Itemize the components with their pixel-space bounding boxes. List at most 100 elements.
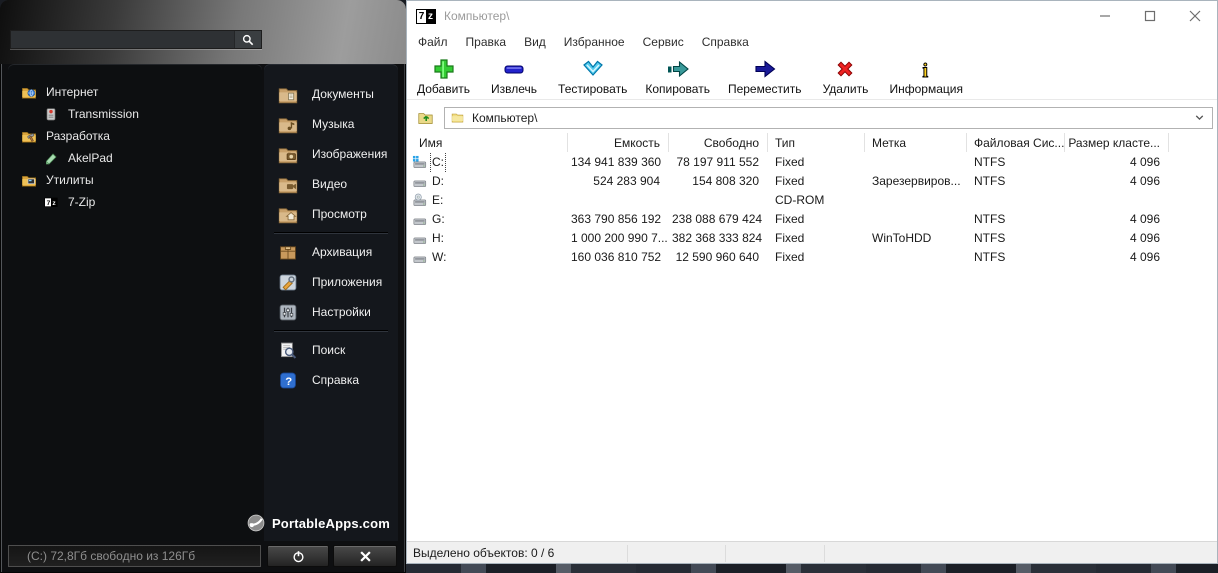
column-header-0[interactable]: Имя	[407, 132, 567, 153]
pa-item-label: Поиск	[312, 343, 346, 357]
pa-item-просмотр[interactable]: Просмотр	[264, 199, 398, 229]
portableapps-logo-text: PortableApps.com	[271, 515, 390, 531]
drive-name-cell[interactable]: H:	[407, 229, 567, 248]
pa-item-разработка[interactable]: Разработка	[8, 125, 262, 147]
pa-item-transmission[interactable]: Transmission	[8, 103, 262, 125]
pa-search-box	[10, 30, 262, 49]
pa-item-музыка[interactable]: Музыка	[264, 109, 398, 139]
drive-name-cell[interactable]: E:	[407, 191, 567, 210]
toolbar-тестировать-button[interactable]: Тестировать	[558, 57, 627, 96]
drive-system-icon	[411, 155, 428, 170]
pa-item-изображения[interactable]: Изображения	[264, 139, 398, 169]
pa-item-видео[interactable]: Видео	[264, 169, 398, 199]
column-header-4[interactable]: Метка	[864, 132, 966, 153]
pa-item-документы[interactable]: Документы	[264, 79, 398, 109]
power-icon	[291, 549, 306, 564]
close-button[interactable]	[1172, 1, 1217, 31]
info-i-icon: i	[913, 57, 939, 82]
menu-справка[interactable]: Справка	[693, 31, 758, 53]
toolbar-button-label: Тестировать	[558, 82, 628, 96]
menu-сервис[interactable]: Сервис	[634, 31, 693, 53]
menu-вид[interactable]: Вид	[515, 31, 555, 53]
cell-fs: NTFS	[974, 231, 1006, 245]
chevron-down-icon[interactable]	[1193, 111, 1206, 124]
zip-toolbar: Добавить Извлечь Тестировать Копировать Пере…	[407, 53, 1217, 100]
cell-capacity: 134 941 839 360	[571, 155, 662, 169]
maximize-button[interactable]	[1127, 1, 1172, 31]
drive-name-cell[interactable]: W:	[407, 248, 567, 267]
pa-item-label: Архивация	[312, 245, 373, 259]
drive-row-g[interactable]: G: 363 790 856 192 238 088 679 424 Fixed NTF…	[407, 210, 1217, 229]
menu-избранное[interactable]: Избранное	[555, 31, 634, 53]
pa-item-akelpad[interactable]: AkelPad	[8, 147, 262, 169]
pa-item-интернет[interactable]: Интернет	[8, 81, 262, 103]
toolbar-добавить-button[interactable]: Добавить	[417, 57, 470, 96]
portableapps-menu-window: Интернет Transmission Разработка AkelPad Ути…	[0, 0, 406, 573]
pa-item-утилиты[interactable]: Утилиты	[8, 169, 262, 191]
folder-documents-icon	[276, 84, 300, 105]
drive-name-cell[interactable]: C:	[407, 153, 567, 172]
drive-name: H:	[432, 231, 444, 245]
column-header-5[interactable]: Файловая Сис...	[966, 132, 1064, 153]
test-check-icon	[580, 57, 606, 81]
drive-icon	[411, 174, 428, 189]
backup-box-icon	[276, 242, 300, 263]
toolbar-извлечь-button[interactable]: Извлечь	[488, 57, 540, 96]
menu-правка[interactable]: Правка	[457, 31, 516, 53]
cell-free: 382 368 333 824	[672, 231, 763, 245]
pa-close-button[interactable]	[333, 545, 397, 567]
drive-row-h[interactable]: H: 1 000 200 990 7... 382 368 333 824 Fixed…	[407, 229, 1217, 248]
toolbar-button-label: Переместить	[727, 82, 802, 96]
pa-item-7-zip[interactable]: 7 z 7-Zip	[8, 191, 262, 213]
toolbar-удалить-button[interactable]: Удалить	[819, 57, 871, 96]
pa-item-label: Разработка	[46, 129, 110, 143]
pa-item-справка[interactable]: ? Справка	[264, 365, 398, 395]
pa-right-list: Документы Музыка Изображения Видео Просмотр А…	[247, 64, 398, 541]
column-header-2[interactable]: Свободно	[668, 132, 767, 153]
cell-type: Fixed	[775, 231, 805, 245]
toolbar-button-label: Извлечь	[491, 82, 538, 96]
drive-row-w[interactable]: W: 160 036 810 752 12 590 960 640 Fixed NTFS…	[407, 248, 1217, 267]
column-header-1[interactable]: Емкость	[567, 132, 668, 153]
drive-cd-icon	[411, 193, 428, 208]
pa-item-архивация[interactable]: Архивация	[264, 237, 398, 267]
pa-item-поиск[interactable]: Поиск	[264, 335, 398, 365]
toolbar-информация-button[interactable]: i Информация	[889, 57, 962, 97]
toolbar-переместить-button[interactable]: Переместить	[727, 57, 802, 96]
cell-label: WinToHDD	[872, 231, 932, 245]
window-title: Компьютер\	[444, 9, 510, 23]
drive-name-cell[interactable]: D:	[407, 172, 567, 191]
svg-text:7: 7	[47, 200, 51, 207]
drive-name-cell[interactable]: G:	[407, 210, 567, 229]
cell-capacity: 160 036 810 752	[571, 250, 662, 264]
apps-tools-icon	[276, 272, 300, 293]
folder-utils-icon	[20, 172, 38, 188]
drive-row-c[interactable]: C: 134 941 839 360 78 197 911 552 Fixed NTFS…	[407, 153, 1217, 172]
menu-файл[interactable]: Файл	[409, 31, 457, 53]
search-button[interactable]	[234, 31, 261, 48]
delete-x-icon	[832, 57, 858, 81]
pa-item-label: Transmission	[68, 107, 139, 121]
column-separator[interactable]	[1168, 133, 1169, 152]
drive-name: G:	[432, 212, 445, 226]
search-icon	[241, 33, 255, 47]
pa-item-настройки[interactable]: Настройки	[264, 297, 398, 327]
pa-item-label: 7-Zip	[68, 195, 96, 209]
akelpad-icon	[42, 150, 60, 166]
drive-row-d[interactable]: D: 524 283 904 154 808 320 Fixed Зарезервиро…	[407, 172, 1217, 191]
column-header-3[interactable]: Тип	[767, 132, 864, 153]
drive-row-e[interactable]: E: CD-ROM	[407, 191, 1217, 210]
folder-video-icon	[276, 174, 300, 195]
pa-item-приложения[interactable]: Приложения	[264, 267, 398, 297]
cell-free: 12 590 960 640	[675, 250, 759, 264]
pa-search-input[interactable]	[11, 31, 234, 48]
up-one-level-button[interactable]	[412, 107, 438, 129]
address-combo[interactable]: Компьютер\	[444, 106, 1213, 129]
pa-drive-space-status: (C:) 72,8Гб свободно из 126Гб	[8, 545, 261, 567]
toolbar-копировать-button[interactable]: Копировать	[645, 57, 710, 96]
cell-label	[864, 248, 966, 267]
minimize-button[interactable]	[1082, 1, 1127, 31]
pa-item-label: Интернет	[46, 85, 99, 99]
column-header-6[interactable]: Размер класте...	[1064, 132, 1168, 153]
pa-power-button[interactable]	[267, 545, 329, 567]
